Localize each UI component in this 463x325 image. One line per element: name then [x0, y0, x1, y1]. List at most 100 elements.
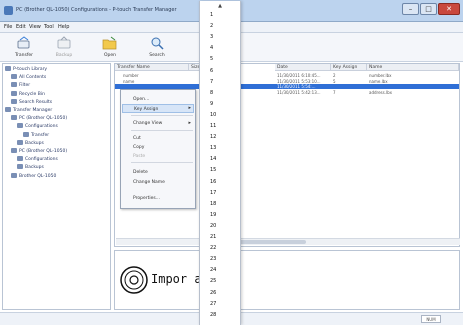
- tree-item[interactable]: PC (Brother QL-1050): [11, 115, 67, 123]
- col-key-assign[interactable]: Key Assign: [331, 64, 367, 71]
- tree-item[interactable]: Configurations: [17, 123, 58, 131]
- open-button[interactable]: Open: [90, 35, 130, 61]
- context-menu-item[interactable]: Change Name: [133, 178, 165, 187]
- folder-tree: P-touch Library All Contents Filter Recycle…: [2, 63, 111, 310]
- context-menu-label: Delete: [133, 170, 148, 175]
- menu-file[interactable]: File: [4, 24, 12, 30]
- key-number-item[interactable]: 15: [210, 166, 238, 175]
- context-menu-item[interactable]: Cut: [133, 134, 141, 143]
- context-menu-item[interactable]: Properties...: [133, 194, 160, 203]
- key-number-item[interactable]: 6: [210, 67, 238, 76]
- key-number-item[interactable]: 25: [210, 277, 238, 286]
- context-menu-item[interactable]: Key Assign: [122, 104, 194, 113]
- key-number-item[interactable]: 23: [210, 255, 238, 264]
- tree-item-label: All Contents: [19, 75, 47, 81]
- transfer-button[interactable]: Transfer: [4, 35, 44, 61]
- cell-file: address.lbx: [369, 89, 393, 95]
- col-date[interactable]: Date: [275, 64, 331, 71]
- key-number-item[interactable]: 27: [210, 300, 238, 309]
- key-number-item[interactable]: 19: [210, 211, 238, 220]
- key-number-item[interactable]: 9: [210, 100, 238, 109]
- key-number-item[interactable]: 21: [210, 233, 238, 242]
- menu-help[interactable]: Help: [58, 24, 69, 30]
- context-menu-item[interactable]: Delete: [133, 168, 148, 177]
- tree-item[interactable]: P-touch Library: [5, 66, 47, 74]
- tree-item[interactable]: Recycle Bin: [11, 90, 45, 99]
- key-number-item[interactable]: 24: [210, 266, 238, 275]
- key-number-item[interactable]: 14: [210, 155, 238, 164]
- key-number-item[interactable]: 28: [210, 311, 238, 320]
- key-number-item[interactable]: 8: [210, 89, 238, 98]
- key-number-item[interactable]: 7: [210, 78, 238, 87]
- open-label: Open: [103, 53, 117, 58]
- menu-tool[interactable]: Tool: [44, 24, 54, 30]
- tree-item[interactable]: Filter: [11, 82, 30, 90]
- folder-icon: [11, 74, 17, 80]
- scroll-up-icon[interactable]: ▲: [200, 3, 240, 11]
- key-number-item[interactable]: 17: [210, 189, 238, 198]
- maximize-icon: □: [425, 5, 432, 13]
- key-number-item[interactable]: 11: [210, 122, 238, 131]
- key-number-item[interactable]: 22: [210, 244, 238, 253]
- key-number-item[interactable]: 10: [210, 111, 238, 120]
- context-menu-item[interactable]: Change View: [133, 119, 162, 128]
- menu-separator: [131, 115, 193, 116]
- context-menu-item[interactable]: Copy: [133, 143, 144, 152]
- cell-date: 11/30/2011 6:10:45...: [277, 73, 321, 78]
- tree-item[interactable]: Configurations: [17, 156, 58, 164]
- key-number-item[interactable]: 18: [210, 200, 238, 209]
- key-number-item[interactable]: 16: [210, 178, 238, 187]
- table-row[interactable]: number 11/30/2011 6:10:45... 2 number.lbx: [115, 73, 459, 78]
- context-menu-label: Open...: [133, 97, 150, 102]
- tree-item[interactable]: Backups: [17, 164, 44, 172]
- tree-item[interactable]: Search Results: [11, 98, 53, 107]
- table-row[interactable]: name 11/30/2011 5:53:10... 5 name.lbx: [115, 79, 459, 84]
- col-name[interactable]: Name: [367, 64, 459, 71]
- scrollbar-thumb[interactable]: [236, 240, 306, 244]
- key-number-item[interactable]: 2: [210, 22, 238, 31]
- col-transfer-name[interactable]: Transfer Name: [115, 64, 189, 71]
- close-button[interactable]: ✕: [438, 3, 460, 15]
- key-number-item[interactable]: 13: [210, 144, 238, 153]
- tree-item[interactable]: Transfer: [23, 131, 49, 140]
- tree-item-label: P-touch Library: [13, 67, 48, 72]
- folder-icon: [11, 115, 17, 121]
- key-number-item[interactable]: 26: [210, 289, 238, 298]
- key-number-item[interactable]: 20: [210, 222, 238, 231]
- folder-icon: [17, 164, 23, 170]
- key-number-item[interactable]: 3: [210, 33, 238, 42]
- cell-file: name.lbx: [369, 78, 388, 84]
- cell-key: 2: [333, 73, 336, 78]
- context-menu-item[interactable]: Paste: [133, 152, 145, 161]
- tree-item-label: Recycle Bin: [19, 91, 45, 97]
- key-number-item[interactable]: 5: [210, 55, 238, 64]
- horizontal-scrollbar[interactable]: [116, 238, 460, 245]
- tree-item-label: Search Results: [19, 99, 53, 105]
- key-number-item[interactable]: 12: [210, 133, 238, 142]
- context-menu-label: Properties...: [133, 196, 161, 201]
- cell-file: number.lbx: [369, 73, 392, 78]
- search-label: Search: [149, 53, 165, 58]
- context-menu-label: Copy: [133, 145, 145, 150]
- menu-edit[interactable]: Edit: [16, 24, 26, 30]
- backup-label: Backup: [55, 53, 73, 58]
- submenu-arrow-icon: ▸: [188, 120, 191, 126]
- tree-item[interactable]: PC (Brother QL-1050): [11, 148, 67, 156]
- key-number-item[interactable]: 1: [210, 11, 238, 20]
- context-menu-label: Cut: [133, 136, 141, 141]
- tree-item[interactable]: Brother QL-1050: [11, 172, 56, 181]
- menu-view[interactable]: View: [29, 24, 41, 30]
- context-menu-item[interactable]: Open...: [133, 95, 149, 104]
- key-assign-submenu: ▲ 1 2 3 4 5 6 7 8 9 10 11 12 13 14 15 16 17 18 19 20 21 22 23 2…: [199, 1, 241, 325]
- tree-item-label: Filter: [19, 83, 31, 89]
- tree-item[interactable]: All Contents: [11, 74, 46, 82]
- maximize-button[interactable]: □: [420, 3, 437, 15]
- minimize-icon: –: [408, 5, 413, 13]
- tree-item[interactable]: Backups: [17, 139, 44, 148]
- minimize-button[interactable]: –: [402, 3, 419, 15]
- tree-item[interactable]: Transfer Manager: [5, 107, 52, 115]
- backup-button[interactable]: Backup: [44, 35, 84, 61]
- key-number-item[interactable]: 4: [210, 44, 238, 53]
- tree-item-label: Backups: [25, 140, 44, 146]
- search-button[interactable]: Search: [137, 35, 177, 61]
